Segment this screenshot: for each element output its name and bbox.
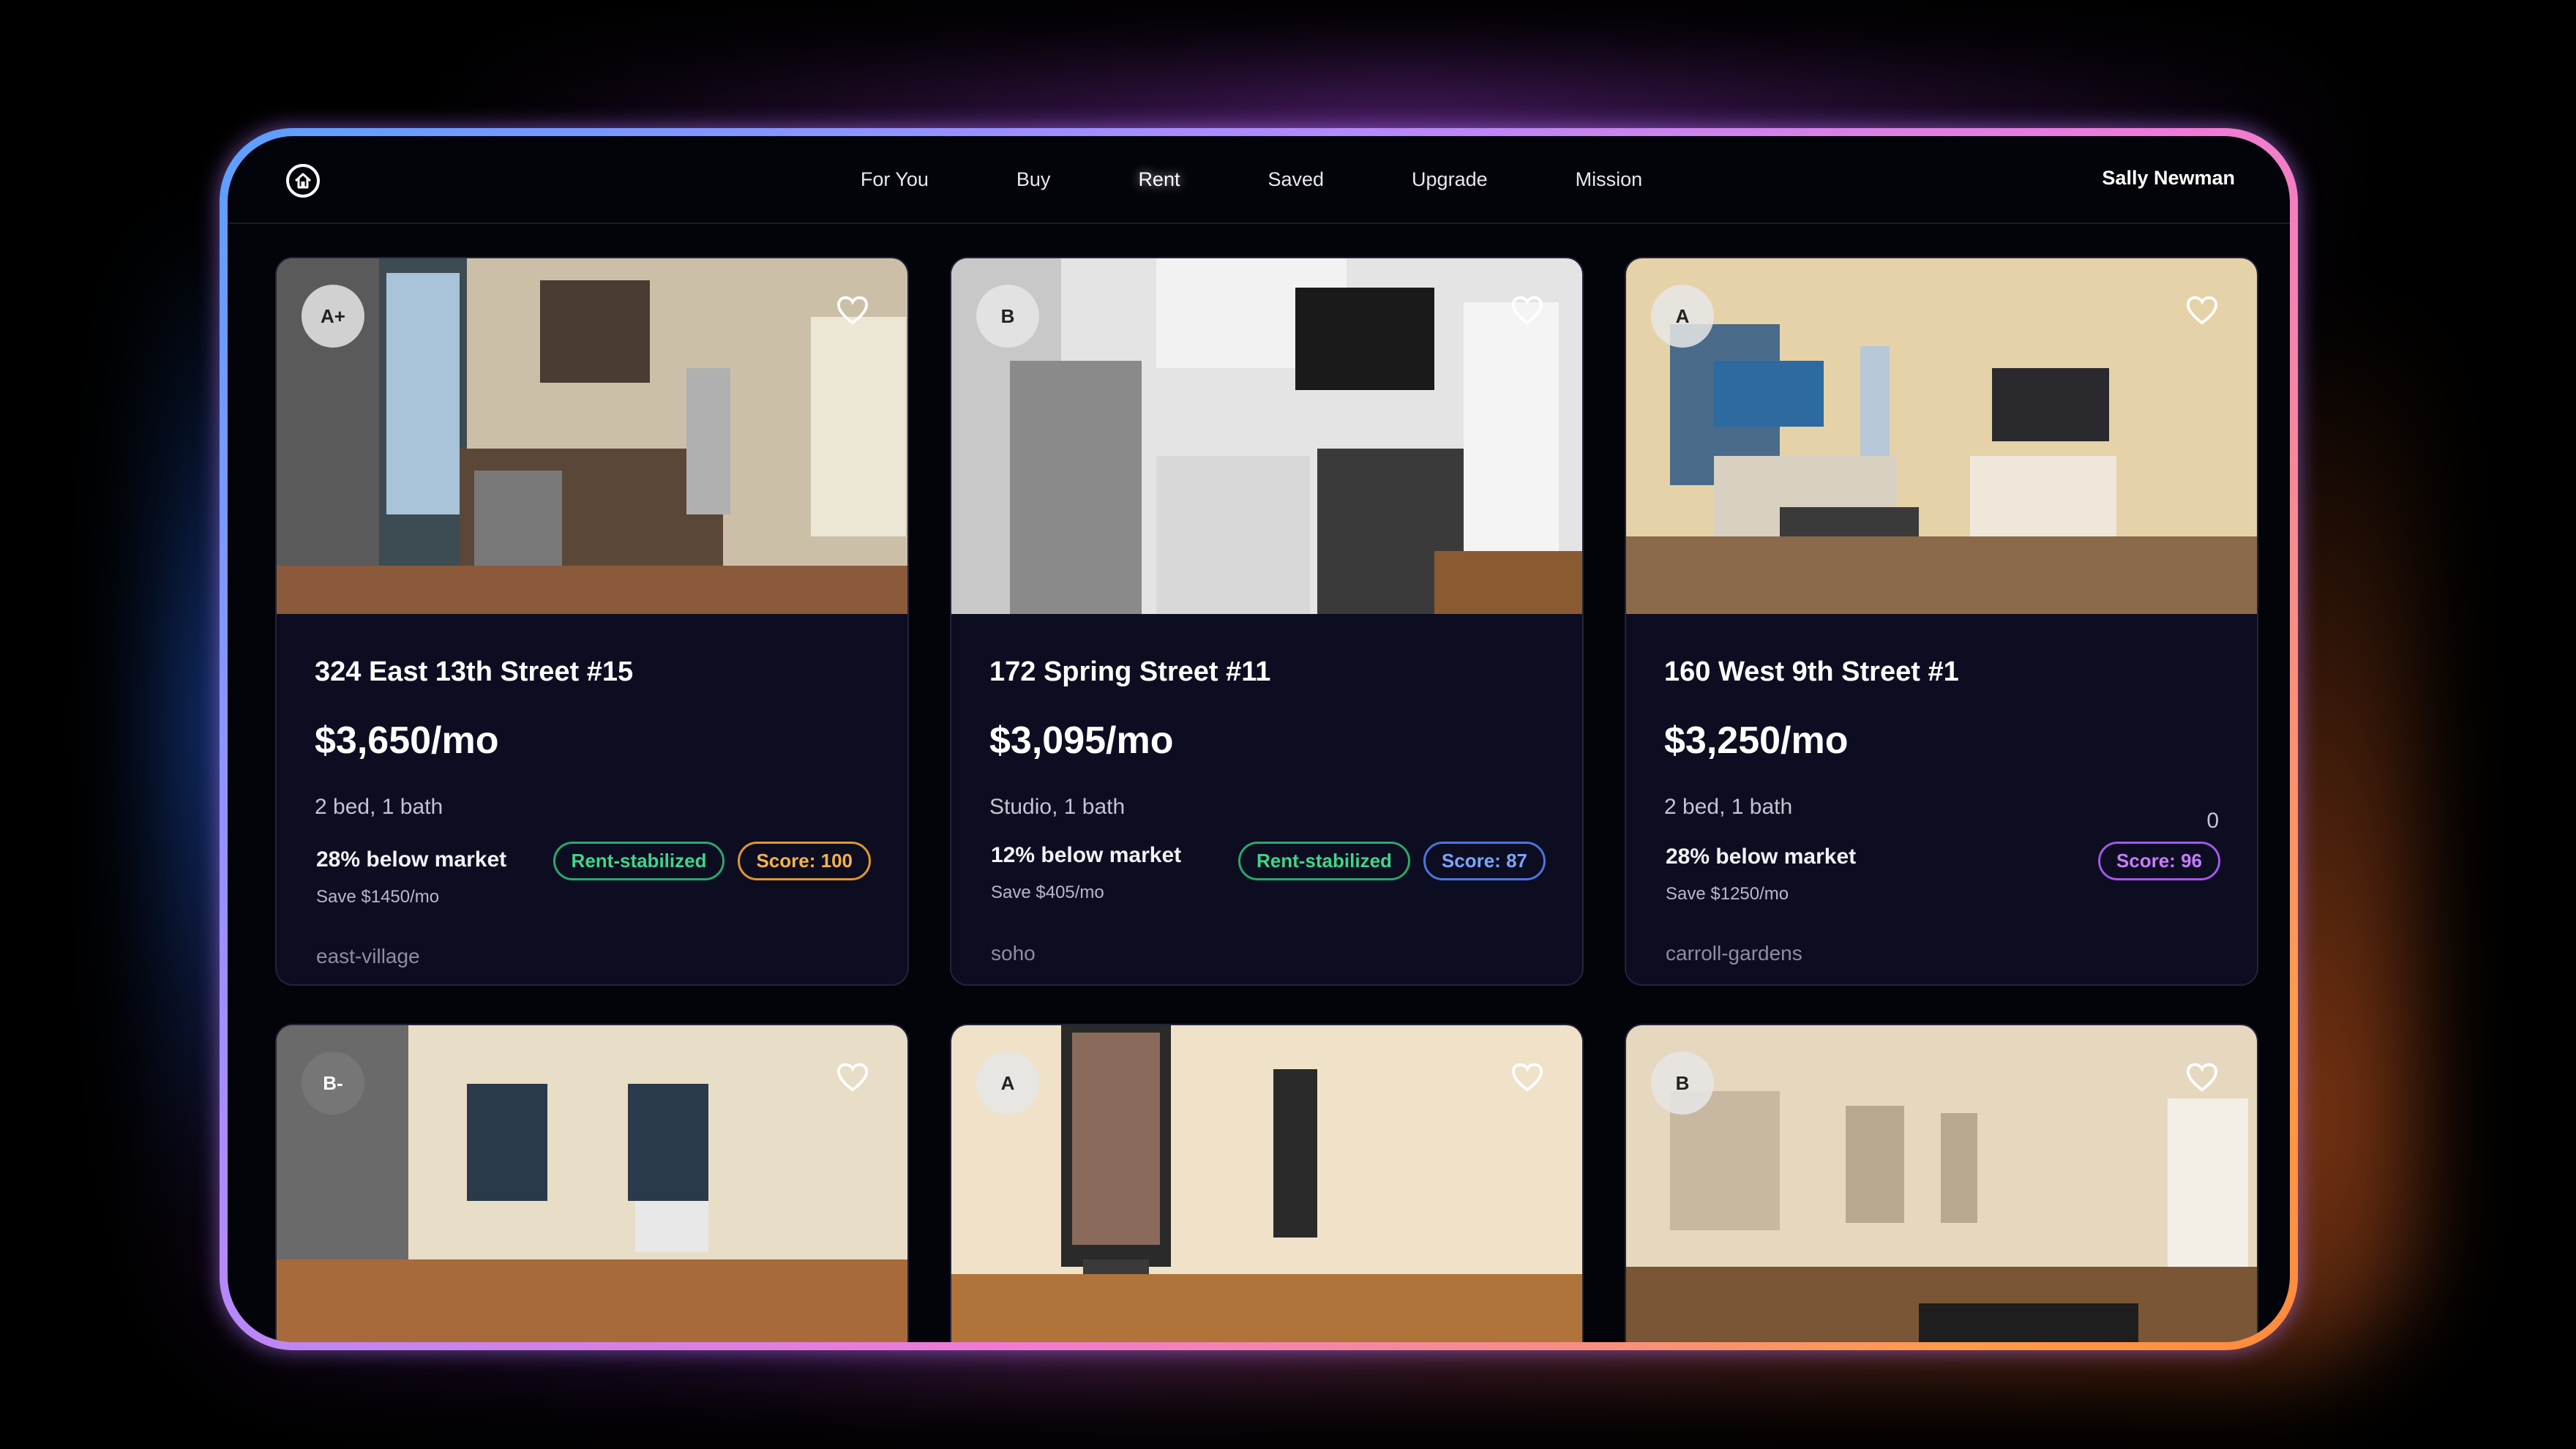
below-market: 12% below market: [991, 843, 1182, 867]
listing-address[interactable]: 324 East 13th Street #15: [315, 656, 871, 688]
nav-saved[interactable]: Saved: [1268, 168, 1324, 191]
app-screen: For You Buy Rent Saved Upgrade Mission S…: [228, 136, 2290, 1342]
savings: Save $1250/mo: [1666, 884, 1789, 904]
neighborhood: east-village: [316, 945, 420, 967]
listing-card[interactable]: B 172 Spring Street #11 $3,095/mo Studio…: [950, 257, 1584, 986]
listing-photo: B-: [277, 1025, 907, 1342]
listing-card[interactable]: A 160 West 9th Street #1 $3,250/mo 2 bed…: [1625, 257, 2258, 986]
grade-badge: A: [976, 1052, 1039, 1115]
listing-photo: A+: [277, 258, 907, 614]
neighborhood: carroll-gardens: [1666, 942, 1802, 965]
listing-card[interactable]: A: [950, 1024, 1584, 1342]
listing-beds: Studio, 1 bath: [989, 795, 1126, 819]
listing-photo: A: [1626, 258, 2257, 614]
listing-card[interactable]: B: [1625, 1024, 2258, 1342]
nav-for-you[interactable]: For You: [861, 168, 929, 191]
score-badge: Score: 96: [2097, 842, 2220, 880]
heart-icon[interactable]: [2185, 295, 2219, 326]
listing-beds: 2 bed, 1 bath: [315, 795, 443, 819]
heart-icon[interactable]: [1510, 1062, 1544, 1093]
score-badge: Score: 87: [1423, 842, 1546, 880]
grade-badge: A: [1651, 285, 1714, 348]
grade-badge: A+: [302, 285, 364, 348]
rent-stabilized-badge: Rent-stabilized: [553, 842, 725, 880]
user-name[interactable]: Sally Newman: [2102, 167, 2235, 190]
grade-badge: B: [976, 285, 1039, 348]
nav-mission[interactable]: Mission: [1576, 168, 1643, 191]
listing-card[interactable]: A+ 324 East 13th Street #15 $3,650/mo 2 …: [275, 257, 909, 986]
grade-badge: B-: [302, 1052, 364, 1115]
listing-beds: 2 bed, 1 bath: [1664, 795, 1793, 819]
nav-menu: For You Buy Rent Saved Upgrade Mission: [228, 136, 2290, 222]
savings: Save $1450/mo: [316, 887, 440, 907]
below-market: 28% below market: [1666, 845, 1857, 869]
top-nav: For You Buy Rent Saved Upgrade Mission S…: [228, 136, 2290, 224]
heart-icon[interactable]: [836, 1062, 869, 1093]
listing-photo: B: [1626, 1025, 2257, 1342]
below-market: 28% below market: [316, 847, 507, 872]
neighborhood: soho: [991, 942, 1036, 965]
listing-address[interactable]: 160 West 9th Street #1: [1664, 656, 2220, 688]
rent-stabilized-badge: Rent-stabilized: [1238, 842, 1410, 880]
listing-photo: B: [951, 258, 1582, 614]
grade-badge: B: [1651, 1052, 1714, 1115]
listings-grid: A+ 324 East 13th Street #15 $3,650/mo 2 …: [275, 257, 2258, 1342]
listing-price: $3,095/mo: [989, 719, 1174, 762]
device-frame: For You Buy Rent Saved Upgrade Mission S…: [220, 128, 2298, 1350]
listing-price: $3,650/mo: [315, 719, 499, 762]
listing-card[interactable]: B-: [275, 1024, 909, 1342]
listing-count: 0: [2206, 809, 2219, 833]
heart-icon[interactable]: [1510, 295, 1544, 326]
listing-price: $3,250/mo: [1664, 719, 1849, 762]
heart-icon[interactable]: [2185, 1062, 2219, 1093]
score-badge: Score: 100: [738, 842, 871, 880]
listing-photo: A: [951, 1025, 1582, 1342]
heart-icon[interactable]: [836, 295, 869, 326]
nav-upgrade[interactable]: Upgrade: [1412, 168, 1488, 191]
savings: Save $405/mo: [991, 883, 1104, 902]
listing-address[interactable]: 172 Spring Street #11: [989, 656, 1546, 688]
nav-buy[interactable]: Buy: [1016, 168, 1051, 191]
nav-rent[interactable]: Rent: [1138, 168, 1180, 191]
